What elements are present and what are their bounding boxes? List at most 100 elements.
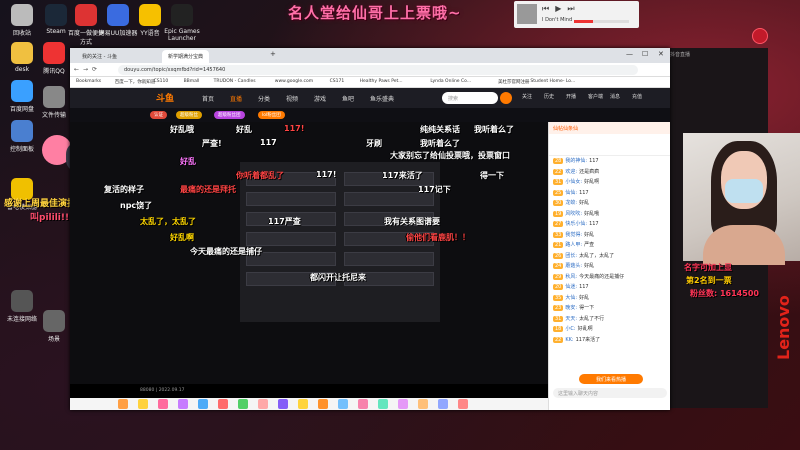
nav-item[interactable]: 首页 (202, 94, 214, 103)
badge: 超级粉丝 (176, 111, 202, 119)
chat-username[interactable]: 晚安: (565, 305, 577, 311)
chat-username[interactable]: 蘑菇头: (565, 263, 582, 269)
bookmark-item[interactable]: www.google.com (275, 79, 313, 84)
chat-username[interactable]: 天天: (565, 316, 577, 322)
gift-icon[interactable] (358, 399, 368, 409)
nav-item[interactable]: 鱼乐盛典 (370, 94, 394, 103)
url-field[interactable]: douyu.com/topic/xxqmfbd?rid=1457640 (118, 65, 638, 75)
gift-icon[interactable] (418, 399, 428, 409)
gift-icon[interactable] (278, 399, 288, 409)
chat-username[interactable]: KK: (565, 337, 573, 343)
chat-username[interactable]: 快乐小仙: (565, 221, 587, 227)
chat-text: 117 (579, 189, 589, 196)
maximize-icon[interactable]: ☐ (642, 50, 648, 58)
overlay-line2: 第2名到一票 (686, 276, 732, 285)
app-icon (171, 4, 193, 26)
chat-username[interactable]: 风吹吹: (565, 211, 582, 217)
danmu-comment: 117记下 (418, 185, 451, 194)
top-nav-icon[interactable]: 客户端 (588, 93, 603, 100)
chat-message: 28 我的神仙: 117 (549, 156, 670, 167)
danmu-comment: 好乱啊 (170, 233, 194, 242)
rank-strip (549, 134, 670, 156)
bookmark-item[interactable]: CS171 (330, 79, 345, 84)
bookmark-item[interactable]: CS110 (154, 79, 169, 84)
chat-username[interactable]: 路人甲: (565, 242, 582, 248)
top-nav-icon[interactable]: 历史 (544, 93, 554, 100)
gift-icon[interactable] (238, 399, 248, 409)
chat-username[interactable]: 大仙: (565, 295, 577, 301)
nav-item[interactable]: 直播 (230, 94, 242, 103)
gift-icon[interactable] (158, 399, 168, 409)
gift-icon[interactable] (378, 399, 388, 409)
gift-icon[interactable] (218, 399, 228, 409)
chat-text: 严查 (584, 242, 595, 248)
app-icon (107, 4, 129, 26)
gift-icon[interactable] (398, 399, 408, 409)
music-controls[interactable]: ⏮▶⏭ (542, 4, 581, 14)
desktop-icon[interactable]: 文件传输 (34, 86, 74, 119)
gift-icon[interactable] (438, 399, 448, 409)
desktop-icon[interactable]: 场景 (34, 310, 74, 343)
bookmark-item[interactable]: TRUDON - Candles (214, 79, 256, 84)
chat-username[interactable]: 我的神仙: (565, 158, 587, 164)
desktop-icon[interactable]: 腾讯QQ (34, 42, 74, 75)
top-nav-icon[interactable]: 关注 (522, 93, 532, 100)
gift-icon[interactable] (138, 399, 148, 409)
top-nav-icon[interactable]: 充值 (632, 93, 642, 100)
tab-topic[interactable]: 新学期满分宝典 (162, 50, 210, 63)
chat-text: 还是疯疯 (579, 168, 600, 175)
danmu-comment: 我听着么了 (474, 125, 514, 134)
nav-item[interactable]: 分类 (258, 94, 270, 103)
chat-username[interactable]: 龙蛟: (565, 200, 577, 206)
nav-item[interactable]: 鱼吧 (342, 94, 354, 103)
gift-icon[interactable] (178, 399, 188, 409)
bookmark-item[interactable]: BBmall (184, 79, 200, 84)
bookmark-item[interactable]: Bookmarks (76, 79, 101, 84)
top-nav-icon[interactable]: 消息 (610, 93, 620, 100)
top-nav-icon[interactable]: 开播 (566, 93, 576, 100)
chat-username[interactable]: 我觉得: (565, 232, 582, 238)
chat-input[interactable]: 这里输入聊天内容 (553, 388, 667, 398)
gift-icon[interactable] (258, 399, 268, 409)
level-badge: 25 (553, 189, 564, 196)
chat-text: 117 (589, 158, 599, 164)
chat-username[interactable]: 小C: (565, 326, 575, 332)
gift-icon[interactable] (338, 399, 348, 409)
music-widget[interactable]: ⏮▶⏭ I Don't Mind (514, 1, 639, 28)
send-button[interactable]: 我们来看热播 (579, 374, 643, 384)
bookmark-item[interactable]: Student Home- Lo... (530, 79, 575, 84)
video-player[interactable]: 好乱哦 好乱 117! 纯纯关系话 我听着么了 严查! 117 牙刷 我听着么了 大家别忘了给仙投… (70, 122, 548, 398)
bookmark-item[interactable]: 百度一下，你就知道 (115, 79, 156, 85)
search-icon[interactable] (500, 92, 512, 104)
bookmark-item[interactable]: Lynda Online Co... (430, 79, 471, 84)
stream-panel-title: 抖音直播 (670, 52, 691, 58)
gift-icon[interactable] (118, 399, 128, 409)
chat-username[interactable]: 仙仙: (565, 190, 577, 196)
chat-username[interactable]: 欢迎: (565, 169, 577, 175)
search-input[interactable]: 搜索 (442, 92, 498, 104)
new-tab-icon[interactable]: + (270, 50, 276, 58)
chat-username[interactable]: 小仙女: (565, 179, 582, 185)
minimize-icon[interactable]: — (626, 50, 633, 58)
overlay-line3: 粉丝数: 1614500 (690, 289, 759, 298)
nav-item[interactable]: 游戏 (314, 94, 326, 103)
nav-buttons-icon[interactable]: ←→⟳ (74, 66, 101, 73)
chat-username[interactable]: 秋风: (565, 274, 577, 280)
bookmark-item[interactable]: 美杜莎官网注册 (498, 79, 530, 85)
nav-item[interactable]: 视频 (286, 94, 298, 103)
danmu-comment: 我有关系图谱要 (384, 217, 440, 226)
desktop-icon[interactable]: Epic Games Launcher (162, 4, 202, 42)
close-icon[interactable]: ✕ (658, 50, 664, 58)
gift-icon[interactable] (198, 399, 208, 409)
gift-icon[interactable] (318, 399, 328, 409)
record-icon[interactable] (752, 28, 768, 44)
douyu-logo[interactable]: 斗鱼 (156, 91, 174, 104)
chat-username[interactable]: 团长: (565, 253, 577, 259)
gift-icon[interactable] (298, 399, 308, 409)
chat-username[interactable]: 仙迷: (565, 284, 577, 290)
music-progress[interactable] (574, 20, 629, 23)
tab-my-follows[interactable]: 我的关注 - 斗鱼 (76, 50, 123, 63)
bookmark-item[interactable]: Healthy Paws Pet... (360, 79, 403, 84)
gift-icon[interactable] (458, 399, 468, 409)
chat-messages: 28 我的神仙: 117 22 欢迎: 还是疯疯 31 小仙女: 好乱啊 25 仙仙: 117 30 龙蛟… (549, 156, 670, 345)
